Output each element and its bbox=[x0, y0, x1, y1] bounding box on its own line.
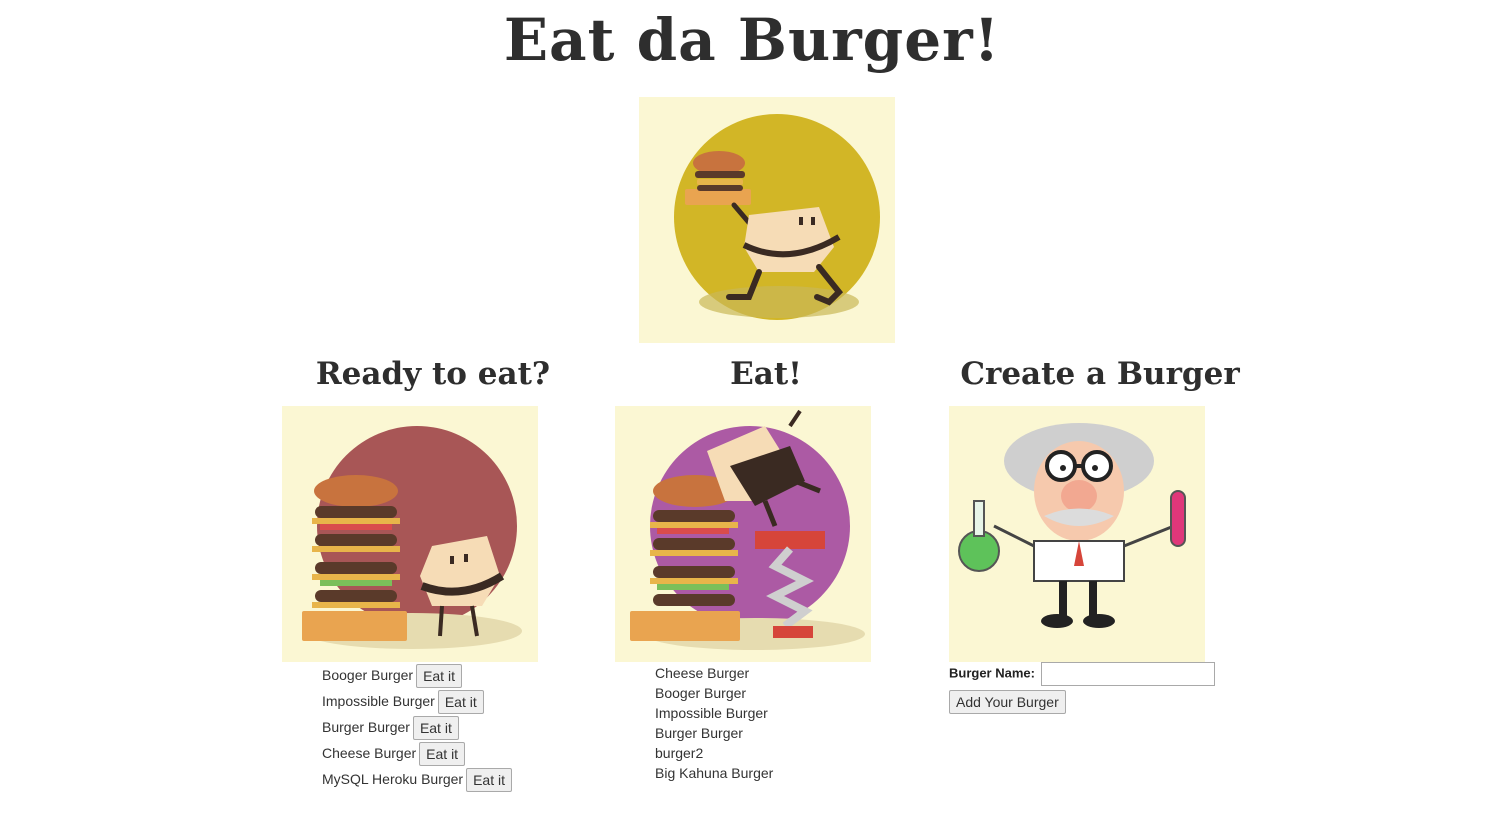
ready-burger-list: Booger Burger Eat it Impossible Burger Eat… bbox=[322, 663, 512, 793]
page-title: Eat da Burger! bbox=[503, 6, 1001, 74]
create-image bbox=[949, 406, 1205, 662]
burger-name: Cheese Burger bbox=[322, 745, 417, 761]
list-item: Big Kahuna Burger bbox=[655, 765, 774, 781]
ready-heading: Ready to eat? bbox=[315, 356, 551, 392]
list-item: Impossible Burger bbox=[655, 705, 768, 721]
scientist-icon bbox=[958, 423, 1186, 628]
list-item: Cheese Burger bbox=[655, 665, 750, 681]
eat-heading: Eat! bbox=[730, 356, 802, 392]
list-item: Burger Burger Eat it bbox=[322, 715, 512, 741]
eat-it-button[interactable]: Eat it bbox=[437, 690, 484, 715]
hero-burger-icon bbox=[674, 114, 880, 320]
hero-burger-image bbox=[639, 97, 895, 343]
burger-stack-icon bbox=[302, 426, 522, 649]
burger-name: MySQL Heroku Burger bbox=[322, 771, 464, 787]
list-item: burger2 bbox=[655, 745, 704, 761]
eat-it-button[interactable]: Eat it bbox=[412, 716, 459, 741]
list-item: Impossible Burger Eat it bbox=[322, 689, 512, 715]
eat-it-button[interactable]: Eat it bbox=[416, 664, 462, 689]
add-burger-button[interactable]: Add Your Burger bbox=[949, 690, 1066, 714]
page: Eat da Burger! Ready to eat? Eat! Create… bbox=[0, 0, 1504, 813]
list-item: Cheese Burger Eat it bbox=[322, 741, 512, 767]
ready-image bbox=[282, 406, 538, 662]
create-heading: Create a Burger bbox=[960, 356, 1240, 392]
burger-name-label: Burger Name: bbox=[949, 665, 1035, 681]
list-item: Booger Burger Eat it bbox=[322, 663, 512, 689]
eat-image bbox=[615, 406, 871, 662]
eat-it-button[interactable]: Eat it bbox=[419, 742, 466, 767]
list-item: Booger Burger bbox=[655, 685, 747, 701]
burger-name: Impossible Burger bbox=[322, 693, 435, 709]
burger-name-input[interactable] bbox=[1040, 662, 1215, 686]
list-item: Burger Burger bbox=[655, 725, 743, 741]
eat-it-button[interactable]: Eat it bbox=[466, 768, 512, 793]
eating-character-icon bbox=[630, 409, 865, 650]
burger-name: Booger Burger bbox=[322, 667, 414, 683]
burger-form: Burger Name: bbox=[949, 662, 1215, 686]
eaten-burger-list: Cheese Burger Booger Burger Impossible B… bbox=[655, 663, 773, 783]
burger-name: Burger Burger bbox=[322, 719, 410, 735]
list-item: MySQL Heroku Burger Eat it bbox=[322, 767, 512, 793]
